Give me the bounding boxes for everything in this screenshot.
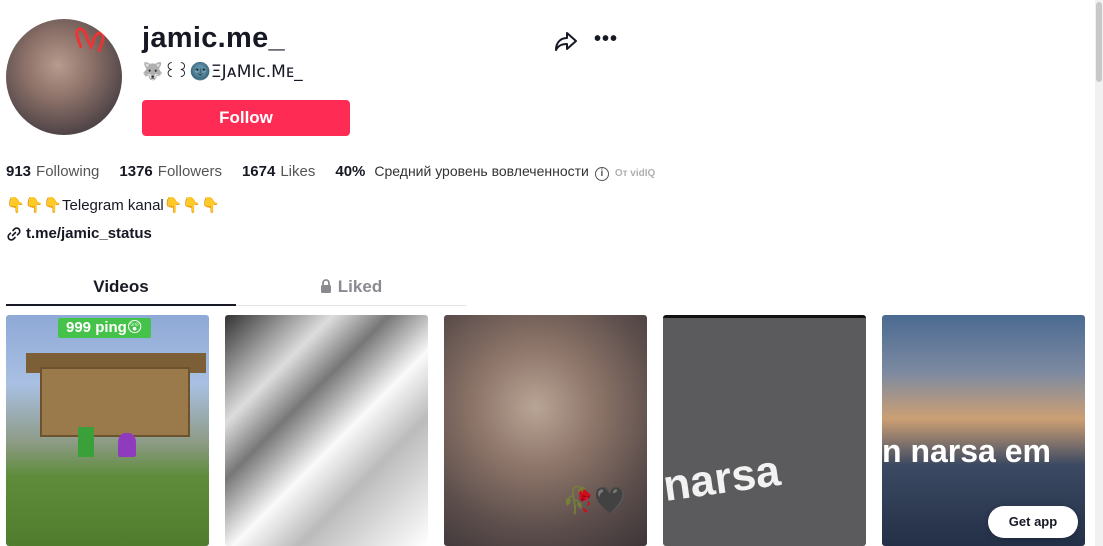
video-overlay-text: n narsa em bbox=[882, 433, 1051, 469]
stats-bar: 913 Following 1376 Followers 1674 Likes … bbox=[6, 163, 655, 181]
lock-icon bbox=[320, 279, 331, 293]
video-overlay-text: narsa bbox=[663, 446, 784, 511]
nickname: 🐺꒰꒱🌚ΞJᴀMIc.Mᴇ_ bbox=[142, 62, 303, 82]
horn-decoration bbox=[444, 335, 461, 360]
avatar[interactable] bbox=[6, 19, 122, 135]
more-options-icon[interactable]: ••• bbox=[594, 29, 618, 50]
link-icon bbox=[7, 226, 21, 241]
horn-decoration bbox=[88, 29, 108, 53]
bio-link[interactable]: t.me/jamic_status bbox=[6, 225, 152, 242]
likes-count: 1674 bbox=[241, 163, 276, 180]
share-icon[interactable] bbox=[553, 28, 579, 54]
video-thumbnail-4[interactable]: narsa bbox=[663, 315, 866, 546]
horn-decoration bbox=[444, 315, 461, 339]
bio-link-text[interactable]: t.me/jamic_status bbox=[26, 225, 152, 242]
thumbnail-art bbox=[78, 427, 94, 457]
tab-videos-label: Videos bbox=[93, 277, 149, 296]
following-count[interactable]: 913 bbox=[6, 163, 31, 180]
engagement-value: 40% bbox=[335, 163, 366, 180]
info-icon[interactable]: i bbox=[594, 167, 609, 181]
username: jamic.me_ bbox=[142, 22, 285, 54]
scrollbar-thumb[interactable] bbox=[1096, 2, 1102, 82]
thumbnail-art bbox=[40, 367, 190, 437]
video-thumbnail-1[interactable]: 999 ping😲 bbox=[6, 315, 209, 546]
engagement-label: Средний уровень вовлеченности bbox=[374, 163, 589, 179]
tab-videos[interactable]: Videos bbox=[6, 272, 236, 306]
followers-count[interactable]: 1376 bbox=[119, 163, 152, 180]
likes-label: Likes bbox=[280, 163, 316, 180]
bio-text: 👇👇👇Telegram kanal👇👇👇 bbox=[6, 197, 220, 214]
tab-liked[interactable]: Liked bbox=[236, 272, 466, 306]
horn-decoration bbox=[72, 25, 92, 49]
profile-tabs: Videos Liked bbox=[6, 272, 466, 306]
vidiq-label: От vidIQ bbox=[614, 168, 656, 179]
video-thumbnail-3[interactable]: 🥀🖤 bbox=[444, 315, 647, 546]
get-app-button[interactable]: Get app bbox=[988, 506, 1078, 538]
video-overlay-text: 🥀🖤 bbox=[562, 485, 627, 515]
video-thumbnail-2[interactable] bbox=[225, 315, 428, 546]
thumbnail-art bbox=[118, 433, 136, 457]
tab-liked-label: Liked bbox=[337, 277, 383, 296]
following-label[interactable]: Following bbox=[36, 163, 99, 180]
video-overlay-text: 999 ping😲 bbox=[58, 318, 151, 338]
follow-button[interactable]: Follow bbox=[142, 100, 350, 136]
followers-label[interactable]: Followers bbox=[158, 163, 222, 180]
page-scrollbar[interactable] bbox=[1095, 0, 1103, 546]
